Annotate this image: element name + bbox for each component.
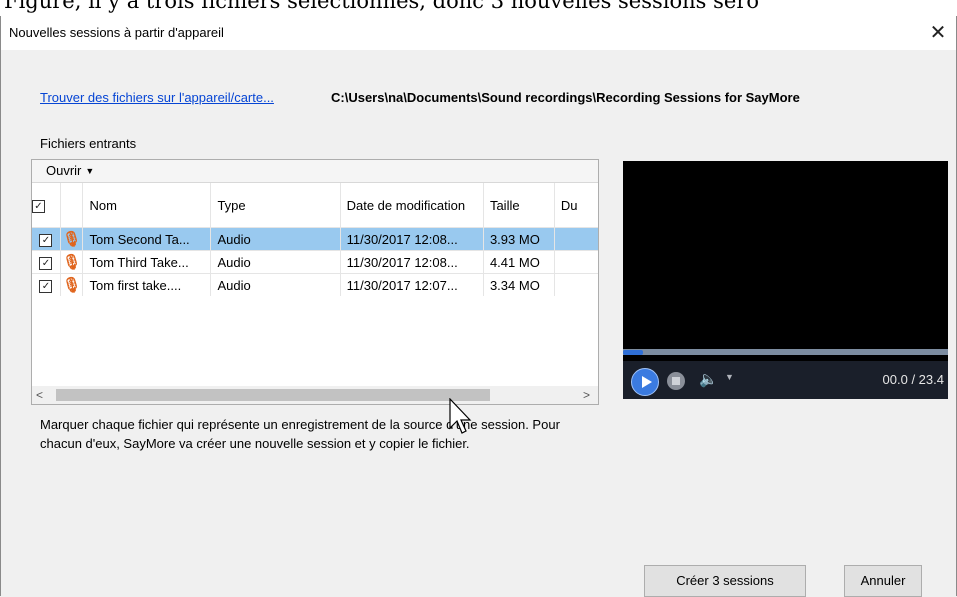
volume-icon[interactable]: 🔈 xyxy=(699,370,718,388)
mouse-cursor-icon xyxy=(449,398,472,434)
files-table: ✓ Nom Type Date de modification Taille D… xyxy=(32,183,598,296)
column-header-duration[interactable]: Du xyxy=(554,183,598,228)
scroll-right-icon[interactable]: > xyxy=(583,386,590,404)
file-type: Audio xyxy=(210,250,341,274)
incoming-files-panel: Ouvrir ▼ ✓ Nom Type Date de modification … xyxy=(31,159,599,405)
file-date: 11/30/2017 12:08... xyxy=(340,250,484,274)
media-player: 🔈 ▼ 00.0 / 23.4 xyxy=(623,161,948,399)
seek-handle[interactable] xyxy=(623,350,643,355)
column-header-type[interactable]: Type xyxy=(210,183,341,228)
microphone-icon: 🎙 xyxy=(62,277,82,294)
close-button[interactable]: ✕ xyxy=(924,19,952,47)
checkbox-check-icon: ✓ xyxy=(32,200,45,213)
seek-bar[interactable] xyxy=(623,349,948,355)
file-size: 3.34 MO xyxy=(483,273,555,296)
window-title: Nouvelles sessions à partir d'appareil xyxy=(9,25,224,40)
file-name: Tom Third Take... xyxy=(82,250,212,274)
find-files-link[interactable]: Trouver des fichiers sur l'appareil/cart… xyxy=(40,90,274,105)
title-bar: Nouvelles sessions à partir d'appareil ✕ xyxy=(1,16,956,50)
scrollbar-thumb[interactable] xyxy=(56,389,490,401)
table-row[interactable]: ✓ 🎙 Tom Second Ta... Audio 11/30/2017 12… xyxy=(32,227,598,251)
column-header-name[interactable]: Nom xyxy=(82,183,212,228)
open-menu-label: Ouvrir xyxy=(46,163,82,178)
play-button[interactable] xyxy=(631,368,659,396)
file-name: Tom first take.... xyxy=(82,273,212,296)
file-size: 3.93 MO xyxy=(483,227,555,251)
file-name: Tom Second Ta... xyxy=(82,227,212,251)
row-checkbox[interactable]: ✓ xyxy=(39,280,53,293)
new-sessions-dialog: Nouvelles sessions à partir d'appareil ✕… xyxy=(0,16,957,597)
table-row[interactable]: ✓ 🎙 Tom Third Take... Audio 11/30/2017 1… xyxy=(32,250,598,274)
file-size: 4.41 MO xyxy=(483,250,555,274)
cancel-button[interactable]: Annuler xyxy=(844,565,922,597)
column-header-size[interactable]: Taille xyxy=(483,183,555,228)
row-checkbox[interactable]: ✓ xyxy=(39,257,53,270)
row-checkbox[interactable]: ✓ xyxy=(39,234,53,247)
table-row[interactable]: ✓ 🎙 Tom first take.... Audio 11/30/2017 … xyxy=(32,273,598,296)
horizontal-scrollbar[interactable]: < > xyxy=(32,386,598,404)
playback-time: 00.0 / 23.4 xyxy=(882,372,944,387)
microphone-icon: 🎙 xyxy=(62,231,82,248)
incoming-files-label: Fichiers entrants xyxy=(40,136,137,151)
source-path: C:\Users\na\Documents\Sound recordings\R… xyxy=(331,90,800,105)
background-document-text: Figure, il y a trois fichiers sélectionn… xyxy=(0,0,957,16)
chevron-down-icon[interactable]: ▼ xyxy=(725,372,734,382)
instructions-text: Marquer chaque fichier qui représente un… xyxy=(40,417,560,451)
file-type: Audio xyxy=(210,273,341,296)
file-duration xyxy=(554,227,598,251)
create-sessions-button[interactable]: Créer 3 sessions xyxy=(644,565,806,597)
table-header-row: ✓ Nom Type Date de modification Taille D… xyxy=(32,183,598,228)
scroll-left-icon[interactable]: < xyxy=(36,386,43,404)
microphone-icon: 🎙 xyxy=(62,254,82,271)
select-all-checkbox[interactable]: ✓ xyxy=(32,183,61,228)
chevron-down-icon: ▼ xyxy=(85,166,95,176)
stop-button[interactable] xyxy=(667,372,685,390)
player-controls: 🔈 ▼ 00.0 / 23.4 xyxy=(623,361,948,399)
column-header-date[interactable]: Date de modification xyxy=(340,183,484,228)
file-duration xyxy=(554,273,598,296)
icon-column-header xyxy=(60,183,84,228)
file-type: Audio xyxy=(210,227,341,251)
file-date: 11/30/2017 12:08... xyxy=(340,227,484,251)
file-date: 11/30/2017 12:07... xyxy=(340,273,484,296)
file-duration xyxy=(554,250,598,274)
open-menu-button[interactable]: Ouvrir ▼ xyxy=(32,160,598,183)
